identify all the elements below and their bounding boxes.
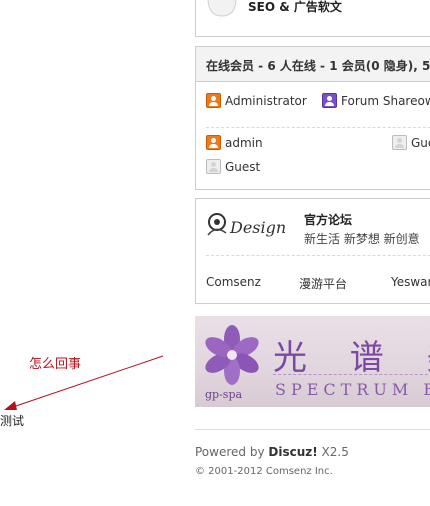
guest-user-icon [392, 135, 407, 150]
discuz-link[interactable]: Discuz! [268, 445, 317, 459]
banner-english-text: SPECTRUM BE [275, 380, 430, 399]
copyright-text: © 2001-2012 Comsenz Inc. [195, 466, 333, 477]
banner-brand-text: gp-spa [205, 388, 243, 401]
member-forum-shareown[interactable]: Forum Shareown [322, 93, 430, 108]
speech-bubble-icon [207, 0, 237, 17]
member-name[interactable]: Gue [411, 136, 430, 150]
admin-user-icon [206, 135, 221, 150]
online-members-row: Administrator Forum Shareown [206, 93, 430, 109]
online-members-header: 在线会员 - 6 人在线 - 1 会员(0 隐身), 5 位 [196, 47, 430, 82]
featured-link-title[interactable]: 官方论坛 [304, 211, 352, 228]
annotation-note: 怎么回事 [29, 357, 82, 372]
friend-link-manyou[interactable]: 漫游平台 [299, 275, 347, 292]
test-label: 测试 [0, 414, 25, 428]
friend-link-yeswan[interactable]: Yeswan [391, 275, 430, 289]
powered-by-text: Powered by Discuz! X2.5 [195, 445, 349, 459]
design-logo-image[interactable]: Design [206, 211, 294, 241]
member-guest[interactable]: Guest [206, 159, 260, 174]
friend-link-comsenz[interactable]: Comsenz [206, 275, 261, 289]
member-administrator[interactable]: Administrator [206, 93, 307, 108]
purple-flower-logo-icon [205, 325, 259, 385]
banner-divider [273, 374, 430, 375]
divider [206, 127, 430, 128]
online-members-title: 在线会员 - 6 人在线 - 1 会员(0 隐身), 5 位 [206, 59, 430, 73]
logo-text: Design [229, 218, 286, 237]
member-name[interactable]: Administrator [225, 94, 307, 108]
member-guest[interactable]: Gue [392, 135, 430, 150]
forum-row-seo[interactable]: SEO & 广告软文 [195, 0, 430, 37]
footer-divider [195, 429, 430, 430]
admin-user-icon [206, 93, 221, 108]
powered-version: X2.5 [317, 445, 349, 459]
online-members-row: admin Gue [206, 135, 430, 151]
divider [206, 255, 430, 256]
powered-prefix: Powered by [195, 445, 269, 459]
guest-user-icon [206, 159, 221, 174]
forum-title[interactable]: SEO & 广告软文 [248, 0, 342, 15]
member-name[interactable]: Guest [225, 160, 260, 174]
moderator-user-icon [322, 93, 337, 108]
online-members-row: Guest [206, 159, 430, 175]
friend-links-panel: Design 官方论坛 新生活 新梦想 新创意 Comsenz 漫游平台 Yes… [195, 198, 430, 304]
featured-link-description: 新生活 新梦想 新创意 [304, 232, 420, 246]
online-members-panel: 在线会员 - 6 人在线 - 1 会员(0 隐身), 5 位 Administr… [195, 46, 430, 190]
annotation-arrow-icon [4, 355, 164, 410]
member-admin[interactable]: admin [206, 135, 263, 150]
member-name[interactable]: Forum Shareown [341, 94, 430, 108]
spectrum-beauty-ad-banner[interactable]: gp-spa 光 谱 美 SPECTRUM BE [195, 316, 430, 407]
member-name[interactable]: admin [225, 136, 263, 150]
banner-chinese-text: 光 谱 美 [273, 338, 430, 378]
